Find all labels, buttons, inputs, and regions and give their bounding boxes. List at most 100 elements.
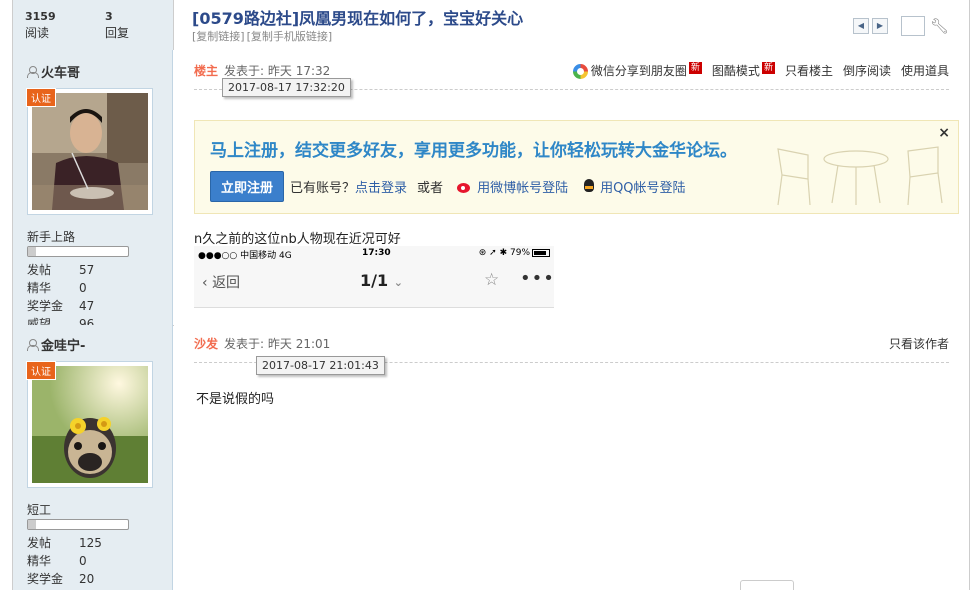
stat-value[interactable]: 0: [79, 552, 87, 570]
phone-back: ‹ 返回: [202, 275, 241, 291]
wechat-moments-icon: [572, 64, 588, 79]
user-rank: 短工: [27, 503, 52, 517]
weibo-icon[interactable]: [457, 180, 473, 193]
post-attachment-image[interactable]: ●●●○○ 中国移动 4G 17:30 ⊛ ➚ ✱ 79% ‹ 返回 1/1 ⌄…: [194, 246, 554, 308]
phone-battery-text: ⊛ ➚ ✱ 79%: [478, 248, 530, 258]
stat-row: 奖学金 20: [27, 570, 102, 588]
stat-row: 精华 0: [27, 279, 94, 297]
register-headline: 马上注册，结交更多好友，享用更多功能，让你轻松玩转大金华论坛。: [210, 141, 737, 161]
prev-thread-button[interactable]: ◀: [852, 18, 869, 34]
avatar[interactable]: [27, 361, 153, 488]
more-icon: •••: [520, 268, 554, 289]
rank-progress-fill: [28, 520, 36, 529]
phone-time: 17:30: [362, 248, 391, 258]
have-account-text: 已有账号？: [290, 181, 356, 196]
user-stats: 发帖 57 精华 0 奖学金 47 威望 96: [27, 261, 94, 325]
rank-progress-fill: [28, 247, 36, 256]
close-icon[interactable]: ×: [938, 125, 950, 141]
user-rank: 新手上路: [27, 230, 76, 244]
avatar-photo: [32, 93, 148, 210]
post-1: 火车哥 认证 新手上路 发帖 57 精华 0 奖学金 47 威望 96 楼主 发…: [12, 50, 970, 326]
wechat-share-label[interactable]: 微信分享到朋友圈: [591, 64, 687, 78]
stat-row: 奖学金 47: [27, 297, 94, 315]
cool-mode-label[interactable]: 图酷模式: [712, 64, 760, 78]
stat-label: 发帖: [27, 263, 52, 277]
phone-back-label: 返回: [212, 275, 241, 291]
avatar-image: [32, 366, 148, 483]
views-label: 阅读: [25, 26, 50, 40]
stat-value[interactable]: 57: [79, 261, 94, 279]
author-name-text[interactable]: 火车哥: [41, 62, 80, 81]
login-link[interactable]: 点击登录: [355, 177, 407, 196]
author-name-text[interactable]: 金哇宁-: [41, 335, 85, 354]
cool-mode-link[interactable]: 图酷模式新: [712, 62, 775, 79]
verified-badge: 认证: [26, 361, 56, 380]
phone-nav-bar: ‹ 返回 1/1 ⌄ ☆ •••: [202, 268, 554, 298]
or-text: 或者: [417, 181, 444, 196]
stat-row: 威望 96: [27, 315, 94, 325]
stat-label: 精华: [27, 281, 52, 295]
copy-mobile-link-button[interactable]: [复制手机版链接]: [247, 30, 333, 43]
phone-page-label: 1/1: [360, 271, 389, 290]
post-content: 沙发 发表于: 昨天 21:01 只看该作者 2017-08-17 21:01:4…: [174, 325, 969, 590]
next-thread-button[interactable]: ▶: [871, 18, 888, 34]
stat-value[interactable]: 0: [79, 279, 87, 297]
copy-links: [复制链接] [复制手机版链接]: [192, 28, 334, 44]
chevron-down-icon: ⌄: [393, 276, 403, 289]
post-time: 发表于: 昨天 17:32: [224, 64, 331, 78]
thread-title[interactable]: [0579路边社]凤凰男现在如何了，宝宝好关心: [192, 5, 523, 29]
user-icon: [27, 66, 39, 78]
phone-page: 1/1 ⌄: [360, 271, 403, 290]
post-body-text: 不是说假的吗: [196, 392, 275, 407]
replies-stat: 3 回复: [105, 8, 129, 42]
stat-label: 威望: [27, 317, 52, 325]
stat-value[interactable]: 125: [79, 534, 102, 552]
only-author-link[interactable]: 只看该作者: [889, 335, 949, 352]
new-badge: 新: [688, 62, 702, 74]
register-button[interactable]: 立即注册: [210, 171, 285, 202]
stat-row: 发帖 125: [27, 534, 102, 552]
furniture-illustration: [777, 146, 943, 206]
use-tools-link[interactable]: 使用道具: [901, 62, 949, 79]
stat-value[interactable]: 96: [79, 315, 94, 325]
qq-login-link[interactable]: 用QQ帐号登陆: [600, 177, 685, 196]
phone-status-bar: ●●●○○ 中国移动 4G 17:30 ⊛ ➚ ✱ 79%: [198, 248, 550, 262]
stat-label: 奖学金: [27, 572, 64, 586]
timestamp-tooltip: 2017-08-17 17:32:20: [222, 78, 351, 97]
author-name[interactable]: 金哇宁-: [27, 335, 85, 354]
reverse-order-link[interactable]: 倒序阅读: [843, 62, 891, 79]
avatar[interactable]: [27, 88, 153, 215]
star-icon: ☆: [484, 270, 500, 290]
qq-icon[interactable]: [582, 178, 596, 195]
stat-row: 精华 0: [27, 552, 102, 570]
title-area: [0579路边社]凤凰男现在如何了，宝宝好关心 [复制链接] [复制手机版链接] …: [174, 0, 969, 50]
copy-link-button[interactable]: [复制链接]: [192, 30, 245, 43]
battery-icon: [532, 248, 550, 257]
verified-badge: 认证: [26, 88, 56, 107]
post-actions: 微信分享到朋友圈新 图酷模式新 只看楼主 倒序阅读 使用道具: [572, 62, 949, 79]
author-sidebar: 金哇宁- 认证 短工 发帖 125 精华 0 奖学金 20: [13, 325, 173, 590]
user-icon: [27, 339, 39, 351]
weibo-login-link[interactable]: 用微博帐号登陆: [477, 177, 568, 196]
layout-toggle[interactable]: [900, 16, 925, 36]
wechat-share-link[interactable]: 微信分享到朋友圈新: [572, 62, 702, 79]
author-name[interactable]: 火车哥: [27, 62, 80, 81]
only-op-link[interactable]: 只看楼主: [785, 62, 833, 79]
timestamp-tooltip: 2017-08-17 21:01:43: [256, 356, 385, 375]
phone-status-right: ⊛ ➚ ✱ 79%: [479, 248, 550, 258]
post-role: 楼主: [194, 64, 219, 78]
views-count: 3159: [25, 10, 56, 23]
back-to-top-tab[interactable]: [740, 580, 794, 590]
replies-label: 回复: [105, 26, 130, 40]
post-role: 沙发: [194, 337, 219, 351]
replies-count: 3: [105, 10, 113, 23]
register-actions: 立即注册 已有账号？ 点击登录 或者 用微博帐号登陆 用QQ帐号登陆: [210, 171, 686, 202]
stat-label: 奖学金: [27, 299, 64, 313]
post-body-text: n久之前的这位nb人物现在近况可好: [194, 232, 401, 247]
thread-stats: 3159 阅读 3 回复: [13, 0, 173, 50]
wrench-icon[interactable]: 🔧︎: [930, 17, 949, 35]
views-stat: 3159 阅读: [25, 8, 56, 42]
register-prompt: 马上注册，结交更多好友，享用更多功能，让你轻松玩转大金华论坛。 立即注册 已有账…: [194, 120, 959, 214]
stat-value[interactable]: 47: [79, 297, 94, 315]
stat-value[interactable]: 20: [79, 570, 94, 588]
